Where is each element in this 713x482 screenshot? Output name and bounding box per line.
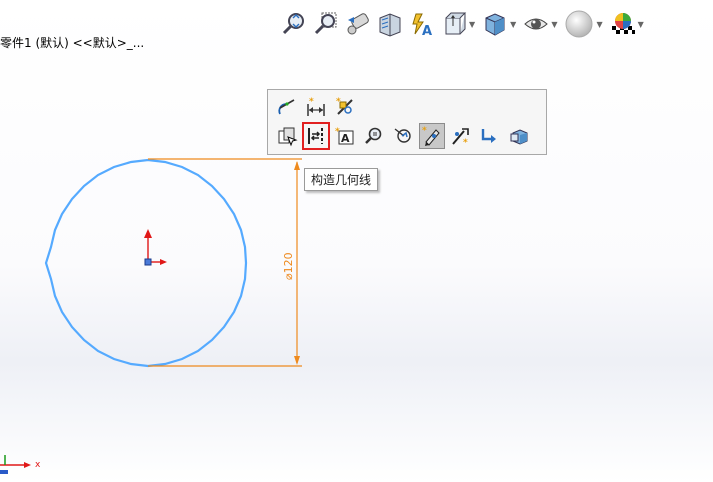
diameter-dimension[interactable]: [148, 158, 302, 367]
sketch-button[interactable]: *: [419, 123, 445, 149]
dimension-text-button[interactable]: A *: [332, 123, 358, 149]
tangent-button[interactable]: [274, 94, 300, 120]
tooltip: 构造几何线: [304, 168, 379, 191]
svg-text:*: *: [422, 126, 427, 136]
exit-sketch-button[interactable]: *: [448, 123, 474, 149]
normal-to-icon: [394, 128, 411, 143]
quick-snaps-icon: *: [336, 97, 353, 115]
undo-icon: [481, 129, 496, 143]
smart-dimension-icon: *: [307, 97, 325, 116]
zoom-to-selection-button[interactable]: [361, 123, 387, 149]
quick-snaps-button[interactable]: *: [332, 94, 358, 120]
construction-geometry-icon: [308, 128, 323, 144]
svg-text:*: *: [336, 97, 341, 107]
context-toolbar: * * A * * *: [267, 89, 547, 155]
zoom-to-selection-icon: [365, 127, 382, 144]
sketch-icon: *: [422, 126, 440, 146]
smart-dimension-button[interactable]: *: [303, 94, 329, 120]
svg-text:*: *: [335, 127, 340, 137]
shaded-sketch-contours-button[interactable]: [506, 123, 532, 149]
dimension-text-icon: A *: [335, 127, 354, 145]
shaded-sketch-contours-icon: [510, 129, 528, 145]
repair-sketch-button[interactable]: [274, 123, 300, 149]
svg-text:A: A: [341, 132, 350, 145]
repair-sketch-icon: [278, 127, 298, 147]
undo-button[interactable]: [477, 123, 503, 149]
reference-triad: x: [0, 455, 41, 474]
tangent-icon: [278, 99, 295, 115]
normal-to-button[interactable]: [390, 123, 416, 149]
construction-geometry-button[interactable]: [302, 122, 330, 150]
exit-sketch-icon: *: [452, 128, 469, 147]
dimension-label[interactable]: ⌀120: [282, 252, 295, 280]
triad-x-label: x: [35, 460, 41, 470]
svg-text:*: *: [309, 97, 314, 107]
sketch-canvas: ⌀120 x: [0, 158, 302, 474]
sketch-origin: [144, 229, 167, 266]
svg-text:*: *: [463, 138, 468, 147]
